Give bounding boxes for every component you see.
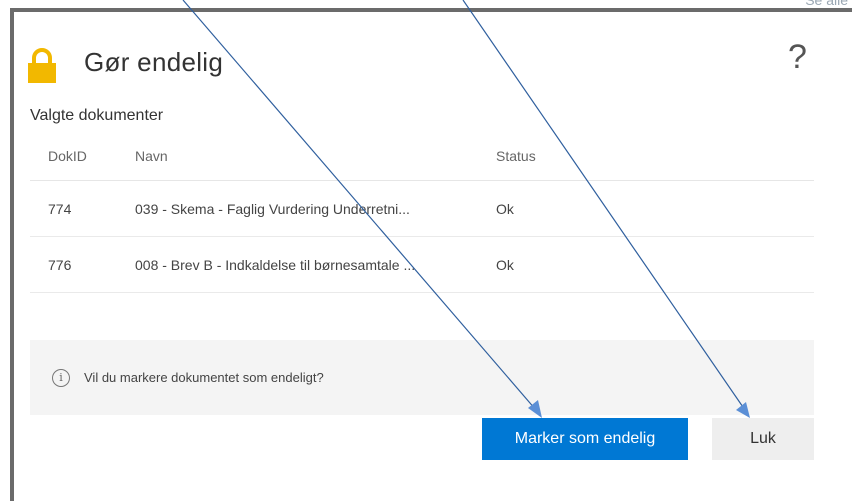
info-circle-icon: i	[52, 368, 70, 387]
dialog-title: Gør endelig	[84, 46, 224, 77]
section-label: Valgte dokumenter	[30, 107, 164, 124]
table-header: DokID Navn Status	[30, 140, 814, 181]
cell-status: Ok	[496, 257, 514, 273]
close-button[interactable]: Luk	[712, 418, 814, 460]
background-link[interactable]: Se alle	[805, 0, 848, 8]
cell-status: Ok	[496, 201, 514, 217]
cell-dokid: 776	[48, 257, 72, 273]
cell-dokid: 774	[48, 201, 72, 217]
cell-navn: 039 - Skema - Faglig Vurdering Underretn…	[135, 201, 410, 217]
info-bar: i Vil du markere dokumentet som endeligt…	[30, 340, 814, 415]
column-header-navn[interactable]: Navn	[135, 148, 168, 164]
mark-final-button[interactable]: Marker som endelig	[482, 418, 688, 460]
column-header-dokid[interactable]: DokID	[48, 148, 87, 164]
table-row[interactable]: 774 039 - Skema - Faglig Vurdering Under…	[30, 181, 814, 237]
info-message: Vil du markere dokumentet som endeligt?	[84, 370, 324, 385]
table-row[interactable]: 776 008 - Brev B - Indkaldelse til børne…	[30, 237, 814, 293]
column-header-status[interactable]: Status	[496, 148, 536, 164]
documents-table: DokID Navn Status 774 039 - Skema - Fagl…	[30, 140, 814, 293]
dialog-header: Gør endelig	[26, 42, 224, 83]
cell-navn: 008 - Brev B - Indkaldelse til børnesamt…	[135, 257, 416, 273]
help-icon[interactable]: ?	[788, 38, 807, 77]
lock-icon	[28, 48, 56, 83]
